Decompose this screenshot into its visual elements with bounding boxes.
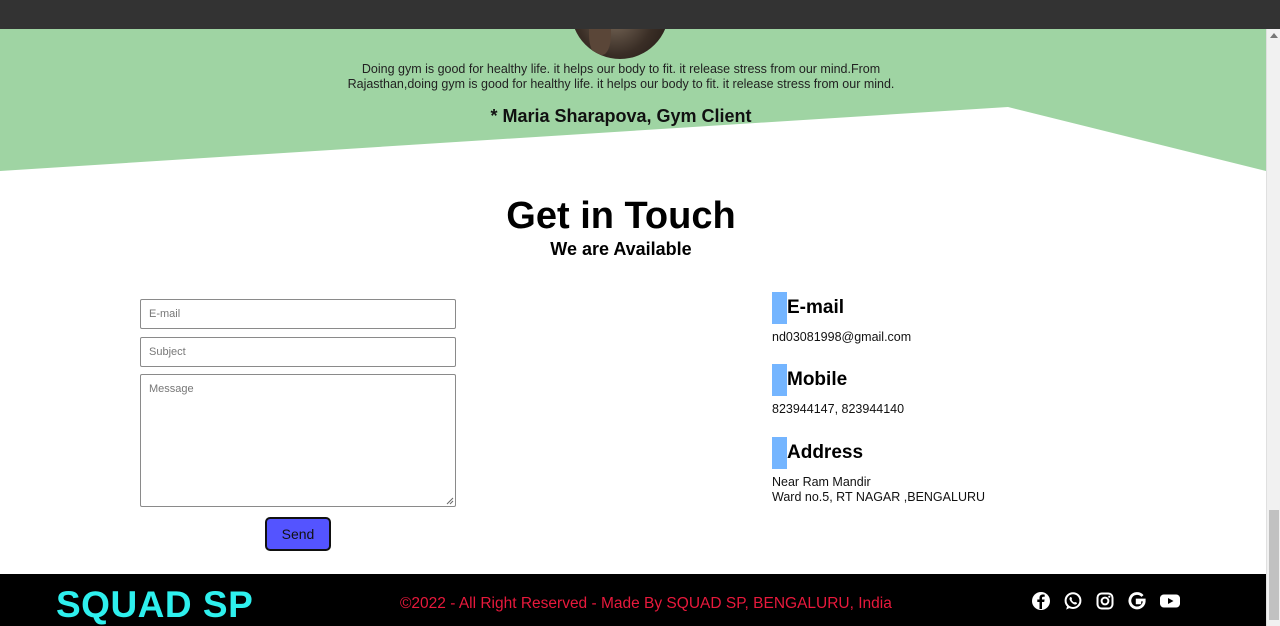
footer-copyright: ©2022 - All Right Reserved - Made By SQU… [400,595,892,612]
send-button[interactable]: Send [265,517,331,551]
google-icon[interactable] [1127,591,1147,611]
info-line: Near Ram Mandir [772,475,871,489]
resize-grip-icon[interactable] [446,497,454,505]
info-accent-bar [772,364,787,396]
instagram-icon[interactable] [1095,591,1115,611]
facebook-icon[interactable] [1031,591,1051,611]
footer-brand: SQUAD SP [56,584,254,625]
info-line: nd03081998@gmail.com [772,330,912,344]
vertical-scrollbar[interactable] [1266,29,1280,626]
info-address-value: Near Ram Mandir Ward no.5, RT NAGAR ,BEN… [772,475,985,504]
info-mobile-value: 823944147, 823944140 [772,402,904,417]
footer: SQUAD SP ©2022 - All Right Reserved - Ma… [0,574,1266,626]
browser-top-bar [0,0,1280,29]
scrollbar-thumb[interactable] [1269,510,1279,620]
info-heading: Address [787,442,864,463]
info-email-value: nd03081998@gmail.com [772,330,911,345]
page-content: Doing gym is good for healthy life. it h… [0,29,1266,626]
email-input[interactable] [140,299,456,329]
info-line: Ward no.5, RT NAGAR ,BENGALURU [772,489,986,504]
info-accent-bar [772,292,787,324]
testimonial-author: * Maria Sharapova, Gym Client [490,106,752,126]
info-accent-bar [772,437,787,469]
subject-input[interactable] [140,337,456,367]
scroll-up-arrow-icon[interactable] [1270,33,1278,38]
contact-subtitle: We are Available [550,239,692,259]
youtube-icon[interactable] [1159,591,1181,611]
info-heading: Mobile [787,369,848,390]
info-heading: E-mail [787,297,845,318]
whatsapp-icon[interactable] [1063,591,1083,611]
info-line: 823944147, 823944140 [772,402,905,416]
testimonial-quote: Doing gym is good for healthy life. it h… [347,62,895,91]
contact-title: Get in Touch [506,195,736,237]
message-textarea[interactable] [140,374,456,507]
